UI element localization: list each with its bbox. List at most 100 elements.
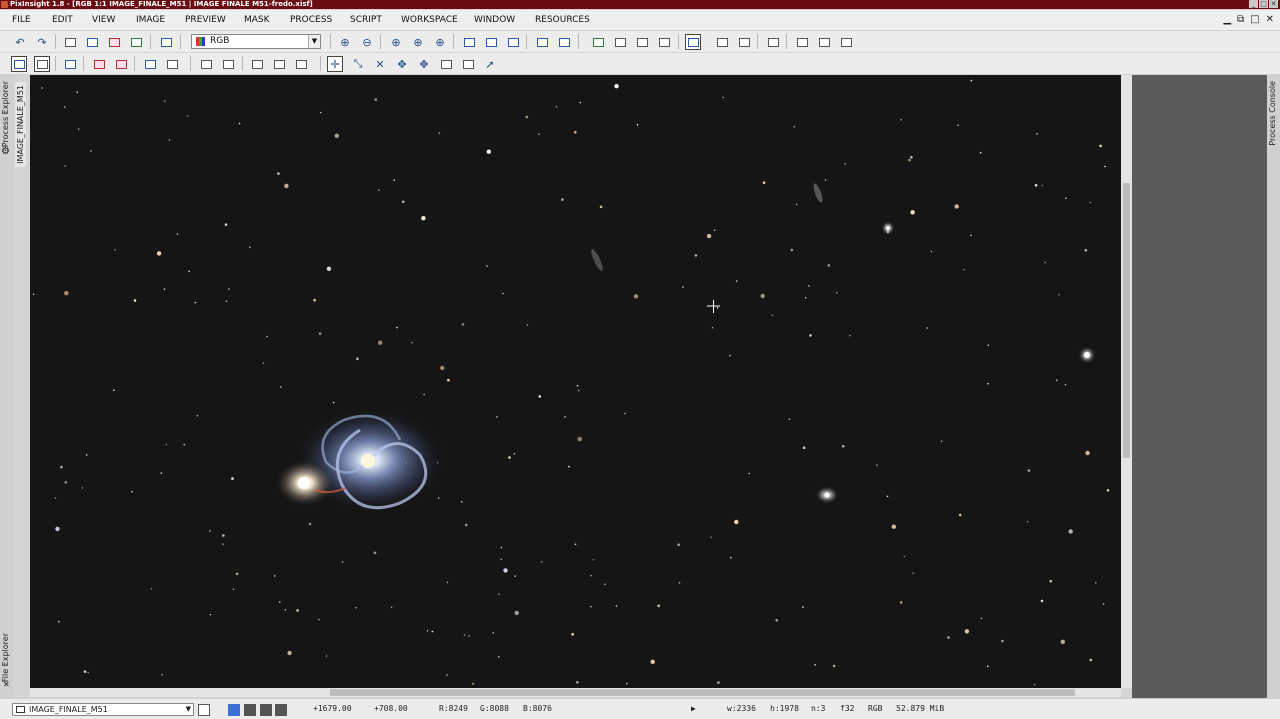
history-icon[interactable] [91, 56, 107, 72]
zoom-mode-icon[interactable]: ⤡ [350, 56, 366, 72]
image-properties-icon[interactable] [271, 56, 287, 72]
image-viewport[interactable] [30, 75, 1121, 688]
view-explorer-icon[interactable] [34, 56, 50, 72]
close-window-button[interactable]: ✕ [1269, 0, 1278, 8]
star [222, 543, 224, 545]
duplicate-image-icon[interactable] [158, 34, 174, 50]
readout-mode-icon[interactable]: ✛ [327, 56, 343, 72]
window-title: PixInsight 1.8 - [RGB 1:1 IMAGE_FINALE_M… [10, 0, 313, 8]
star [41, 87, 43, 89]
horizontal-scroll-thumb[interactable] [330, 689, 1075, 696]
center-view-icon[interactable]: ✥ [416, 56, 432, 72]
menu-process[interactable]: PROCESS [290, 10, 332, 30]
mask-enable-icon[interactable] [612, 34, 628, 50]
zoom-1-1-icon[interactable]: ⊕ [388, 34, 404, 50]
vertical-scrollbar[interactable] [1121, 75, 1132, 688]
preview-mode-icon[interactable] [438, 56, 454, 72]
star [1065, 197, 1067, 200]
fit-view-icon[interactable] [461, 34, 477, 50]
star [564, 416, 566, 418]
display-red-icon[interactable] [244, 704, 256, 716]
mask-remove-icon[interactable] [656, 34, 672, 50]
save-as-icon[interactable] [128, 34, 144, 50]
readout-icon[interactable] [198, 56, 214, 72]
statistics-icon[interactable] [142, 56, 158, 72]
open-image-icon[interactable] [84, 34, 100, 50]
stf-auto-icon[interactable] [714, 34, 730, 50]
display-alpha-icon[interactable] [838, 34, 854, 50]
mdi-minimize-button[interactable]: ▁ [1223, 14, 1231, 26]
save-image-icon[interactable] [106, 34, 122, 50]
star [775, 619, 778, 622]
menu-view[interactable]: VIEW [92, 10, 115, 30]
display-rgb-icon[interactable] [228, 704, 240, 716]
menu-workspace[interactable]: WORKSPACE [401, 10, 458, 30]
undo-icon[interactable]: ↶ [12, 34, 28, 50]
star [186, 115, 189, 117]
menu-resources[interactable]: RESOURCES [535, 10, 590, 30]
crop-view-icon[interactable] [556, 34, 572, 50]
channel-select[interactable]: RGB ▼ [191, 34, 321, 49]
file-explorer-tab[interactable]: File Explorer [1, 633, 10, 682]
zoom-1-2-icon[interactable]: ⊕ [410, 34, 426, 50]
display-green-icon[interactable] [260, 704, 272, 716]
stf-link-icon[interactable] [765, 34, 781, 50]
zoom-in-icon[interactable]: ⊕ [337, 34, 353, 50]
display-lum-icon[interactable] [816, 34, 832, 50]
zoom-to-view-icon[interactable] [505, 34, 521, 50]
menu-mask[interactable]: MASK [244, 10, 270, 30]
minimize-window-button[interactable]: _ [1249, 0, 1258, 8]
menu-edit[interactable]: EDIT [52, 10, 73, 30]
mdi-close-button[interactable]: ✕ [1266, 14, 1274, 26]
horizontal-scrollbar[interactable] [30, 688, 1121, 697]
pan-icon[interactable]: ✥ [394, 56, 410, 72]
fits-header-icon[interactable] [249, 56, 265, 72]
mdi-restore-button[interactable]: ⧉ [1237, 14, 1244, 26]
menu-file[interactable]: FILE [12, 10, 31, 30]
view-selector[interactable]: IMAGE_FINALE_M51 ▼ [12, 703, 194, 716]
zoom-out-icon[interactable]: ⊖ [359, 34, 375, 50]
histogram-icon[interactable] [164, 56, 180, 72]
process-explorer-tab[interactable]: Process Explorer [1, 81, 10, 147]
preview-icon[interactable] [534, 34, 550, 50]
menu-window[interactable]: WINDOW [474, 10, 515, 30]
zoom-fit-icon[interactable]: ⊕ [432, 34, 448, 50]
red-readout: R:8249 [439, 704, 468, 713]
vertical-scroll-thumb[interactable] [1123, 183, 1130, 458]
star [900, 119, 902, 121]
process-console-tab[interactable]: Process Console [1268, 81, 1277, 146]
fit-mode-icon[interactable]: ✕ [372, 56, 388, 72]
image-window-icon[interactable] [62, 56, 78, 72]
star [64, 106, 66, 108]
mask-invert-icon[interactable] [634, 34, 650, 50]
pointer-icon[interactable]: ➚ [482, 56, 498, 72]
play-icon[interactable]: ▶ [691, 699, 696, 719]
star [401, 200, 405, 204]
redo-icon[interactable]: ↷ [34, 34, 50, 50]
image-window-tab[interactable]: IMAGE_FINALE_M51 [15, 82, 26, 167]
left-side-panel: Process Explorer ⚙ File Explorer ✕ [0, 75, 13, 698]
star [762, 181, 766, 184]
menu-preview[interactable]: PREVIEW [185, 10, 226, 30]
stf-toggle-icon[interactable] [685, 34, 701, 50]
menu-image[interactable]: IMAGE [136, 10, 165, 30]
format-explorer-icon[interactable] [220, 56, 236, 72]
star [279, 601, 281, 603]
star [876, 464, 878, 466]
stf-reset-icon[interactable] [736, 34, 752, 50]
image-identifier-icon[interactable] [293, 56, 309, 72]
display-channel-icon[interactable] [794, 34, 810, 50]
new-image-icon[interactable] [62, 34, 78, 50]
star [1027, 469, 1031, 472]
mdi-maximize-button[interactable]: □ [1250, 14, 1259, 26]
mask-show-icon[interactable] [590, 34, 606, 50]
edit-preview-icon[interactable] [460, 56, 476, 72]
display-blue-icon[interactable] [275, 704, 287, 716]
star [624, 412, 626, 415]
view-list-icon[interactable] [198, 704, 210, 716]
history-clear-icon[interactable] [113, 56, 129, 72]
maximize-window-button[interactable]: □ [1259, 0, 1268, 8]
menu-script[interactable]: SCRIPT [350, 10, 382, 30]
zoom-to-fit-icon[interactable] [483, 34, 499, 50]
process-explorer-icon[interactable] [11, 56, 27, 72]
